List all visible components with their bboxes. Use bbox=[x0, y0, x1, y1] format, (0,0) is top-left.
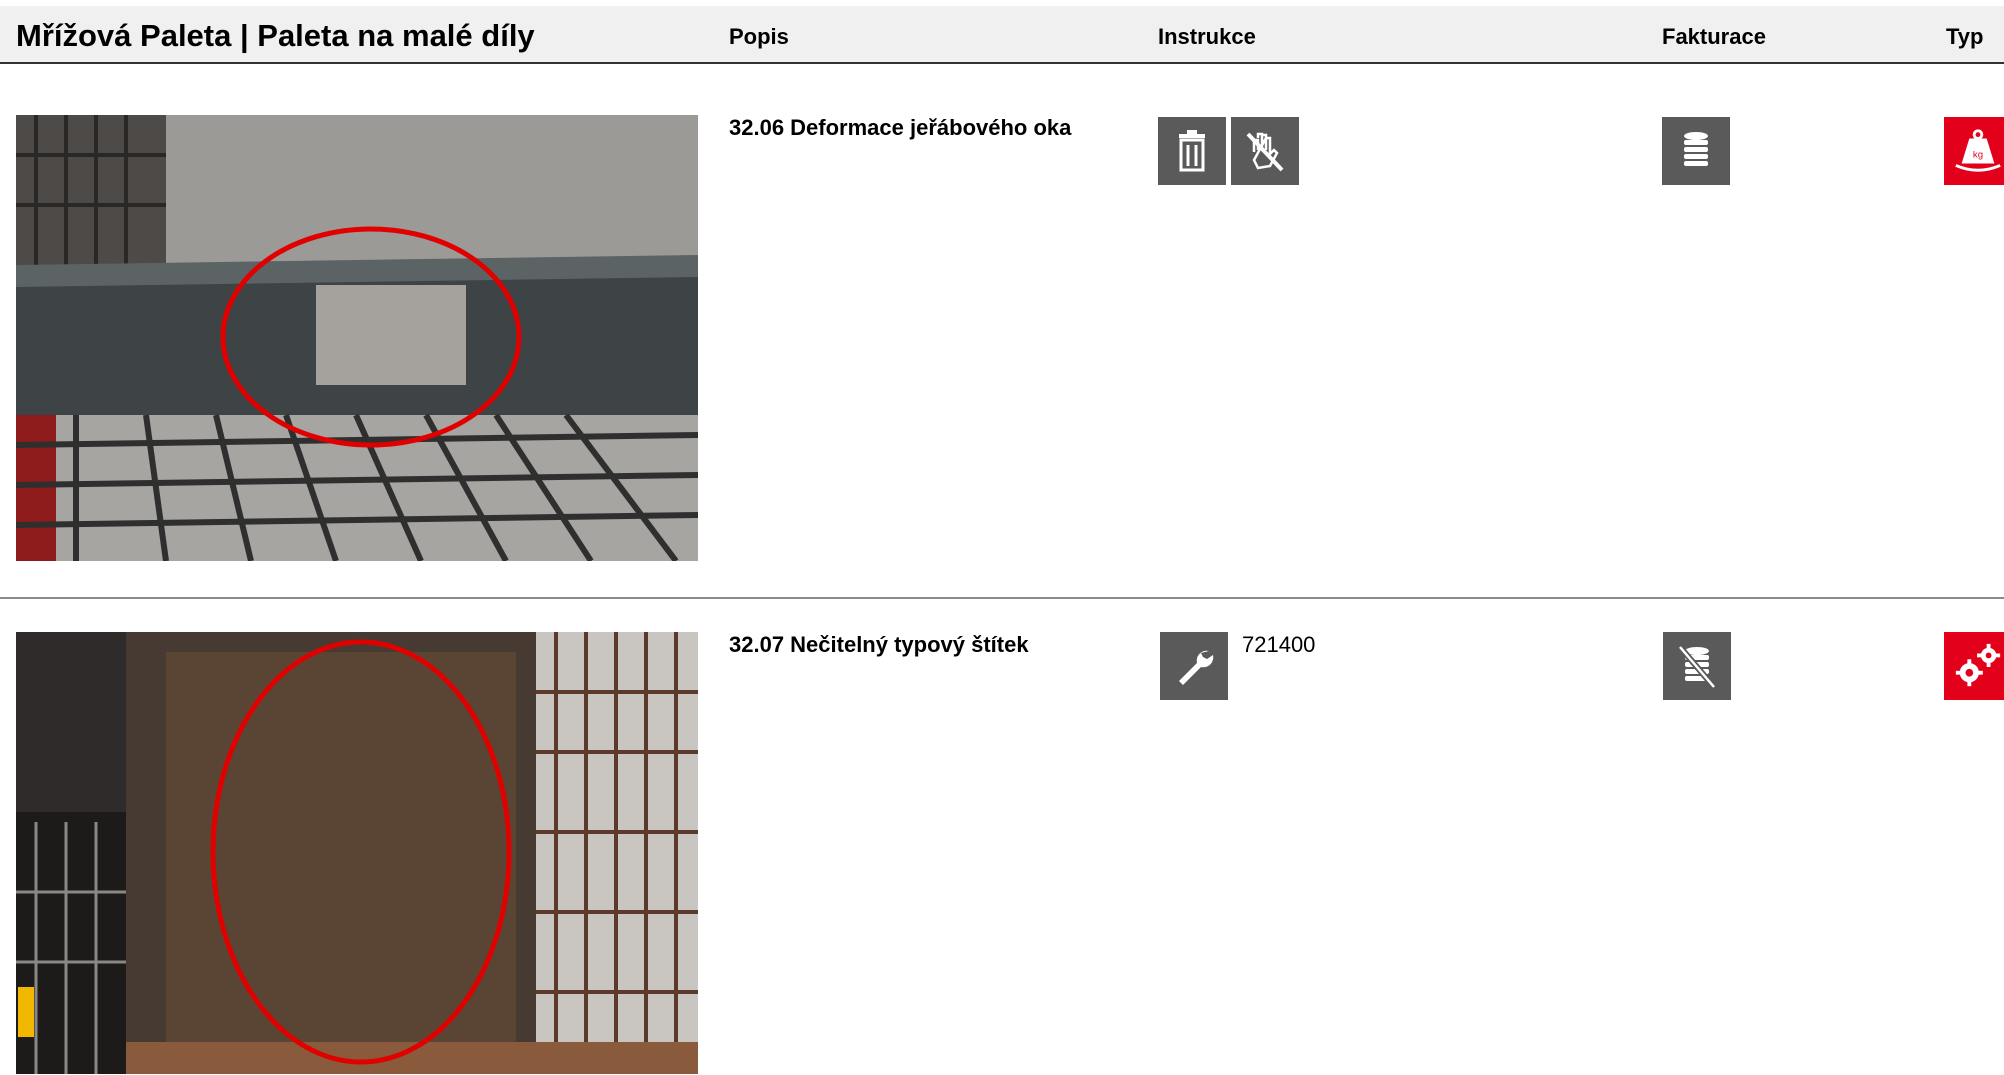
page-title: Mřížová Paleta | Paleta na malé díly bbox=[16, 18, 535, 53]
damage-photo-crane-eye bbox=[16, 115, 698, 561]
damage-description: 32.06 Deformace jeřábového oka bbox=[729, 115, 1072, 140]
column-header-typ: Typ bbox=[1946, 24, 1984, 49]
column-header-popis: Popis bbox=[729, 24, 789, 49]
no-touch-icon[interactable] bbox=[1231, 117, 1299, 185]
table-header: Mřížová Paleta | Paleta na malé díly Pop… bbox=[0, 6, 2004, 64]
damage-photo-type-plate bbox=[16, 632, 698, 1074]
no-coins-icon[interactable] bbox=[1663, 632, 1731, 700]
weight-icon[interactable]: kg bbox=[1944, 117, 2004, 185]
coins-icon[interactable] bbox=[1662, 117, 1730, 185]
damage-description: 32.07 Nečitelný typový štítek bbox=[729, 632, 1029, 657]
row-divider bbox=[0, 597, 2004, 599]
damage-catalog-page: Mřížová Paleta | Paleta na malé díly Pop… bbox=[0, 0, 2004, 1075]
repair-code: 721400 bbox=[1242, 632, 1316, 657]
column-header-fakturace: Fakturace bbox=[1662, 24, 1766, 49]
wrench-icon[interactable] bbox=[1160, 632, 1228, 700]
trash-icon[interactable] bbox=[1158, 117, 1226, 185]
svg-text:kg: kg bbox=[1973, 150, 1983, 161]
column-header-instrukce: Instrukce bbox=[1158, 24, 1256, 49]
gears-icon[interactable] bbox=[1944, 632, 2004, 700]
